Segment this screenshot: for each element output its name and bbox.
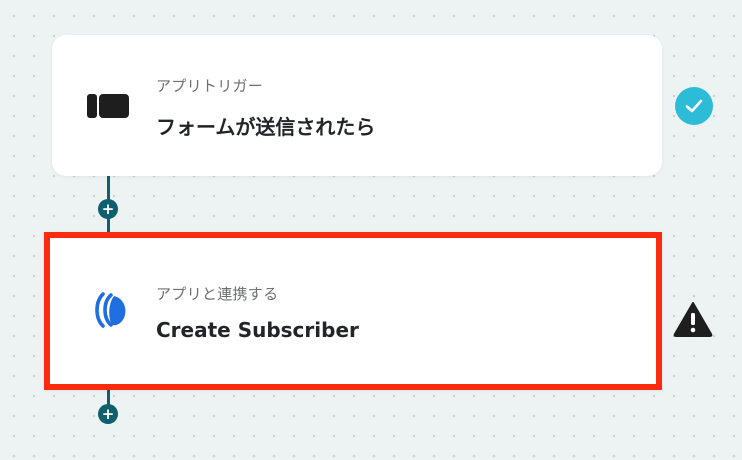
warning-icon	[673, 301, 713, 341]
action-step-card[interactable]: アプリと連携する Create Subscriber	[44, 232, 662, 390]
step-title: Create Subscriber	[156, 318, 359, 342]
success-check-icon	[675, 87, 713, 125]
step-title: フォームが送信されたら	[156, 115, 376, 139]
trigger-step-card[interactable]: アプリトリガー フォームが送信されたら	[52, 35, 662, 176]
form-trigger-icon	[87, 93, 129, 123]
step-type-label: アプリと連携する	[156, 285, 279, 303]
add-step-button[interactable]: +	[98, 199, 118, 219]
step-type-label: アプリトリガー	[156, 77, 264, 95]
add-step-button[interactable]: +	[98, 404, 118, 424]
app-logo-icon	[90, 290, 134, 334]
